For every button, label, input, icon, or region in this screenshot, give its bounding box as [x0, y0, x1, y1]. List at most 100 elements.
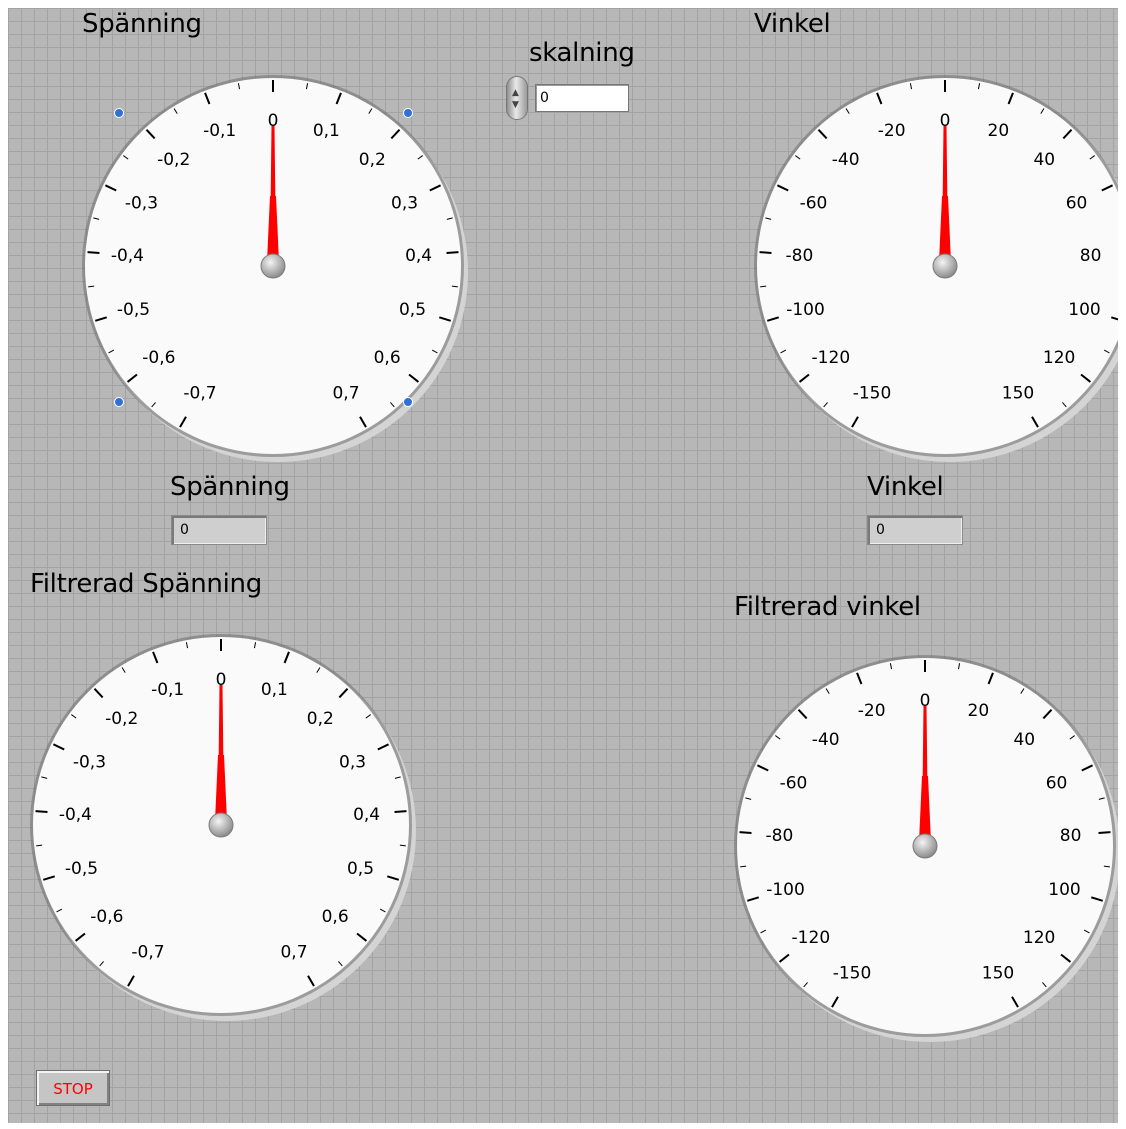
- gauge-tick-label: -0,4: [111, 246, 144, 266]
- gauge-tick-label: 0,7: [280, 942, 307, 962]
- gauge-major-tick: [394, 810, 407, 813]
- gauge-minor-tick: [88, 285, 95, 288]
- gauge-hub: [932, 253, 958, 279]
- gauge-filtrerad-vinkel[interactable]: -150 -120 -100 -80 -60 -40 -20 0 20 40 60 80 100 120 1…: [725, 646, 1118, 1046]
- gauge-tick-label: -150: [853, 383, 892, 403]
- gauge-tick-label: 80: [1080, 246, 1102, 266]
- gauge-tick-label: 0,2: [307, 709, 334, 729]
- gauge-major-tick: [446, 251, 459, 254]
- gauge-tick-label: -150: [833, 963, 872, 983]
- gauge-tick-label: 80: [1060, 826, 1082, 846]
- gauge-tick-label: -0,7: [131, 942, 164, 962]
- skalning-value: 0: [540, 90, 549, 106]
- indicator-vinkel: 0: [867, 515, 963, 545]
- gauge-tick-label: 150: [1002, 383, 1034, 403]
- gauge-tick-label: -100: [786, 300, 825, 320]
- gauge-tick-label: 0,2: [359, 150, 386, 170]
- gauge-tick-label: -60: [800, 194, 828, 214]
- gauge-tick-label: -40: [832, 150, 860, 170]
- gauge-label-vinkel: Vinkel: [754, 9, 831, 39]
- gauge-minor-tick: [1103, 865, 1110, 868]
- gauge-hub: [208, 812, 234, 838]
- gauge-tick-label: 120: [1023, 928, 1055, 948]
- gauge-tick-label: 0,1: [261, 680, 288, 700]
- gauge-tick-label: -0,1: [151, 680, 184, 700]
- gauge-tick-label: -40: [812, 730, 840, 750]
- gauge-minor-tick: [760, 285, 767, 288]
- gauge-minor-tick: [740, 865, 747, 868]
- gauge-tick-label: 40: [1033, 150, 1055, 170]
- gauge-tick-label: -0,6: [142, 348, 175, 368]
- gauge-tick-label: -80: [766, 826, 794, 846]
- gauge-tick-label: 0,4: [405, 246, 432, 266]
- gauge-hub: [912, 833, 938, 859]
- gauge-major-tick: [87, 251, 100, 254]
- gauge-major-tick: [35, 810, 48, 813]
- gauge-tick-label: 0,6: [374, 348, 401, 368]
- gauge-tick-label: 0,5: [347, 859, 374, 879]
- gauge-tick-label: 20: [968, 701, 990, 721]
- gauge-tick-label: -0,6: [90, 907, 123, 927]
- gauge-tick-label: -0,7: [183, 383, 216, 403]
- gauge-filtrerad-spanning[interactable]: -0,7 -0,6 -0,5 -0,4 -0,3 -0,2 -0,1 0 0,1 0,2 0,3 0,…: [21, 625, 421, 1025]
- gauge-tick-label: -0,2: [157, 150, 190, 170]
- gauge-tick-label: -0,3: [125, 194, 158, 214]
- front-panel: Spänning -0,7 -0,6 -0,5 -0,4 -0,3 -0,2 -0,1 0 0,…: [8, 8, 1118, 1123]
- gauge-tick-label: -120: [812, 348, 851, 368]
- gauge-tick-label: 0,6: [322, 907, 349, 927]
- gauge-label-filtrerad-spanning: Filtrerad Spänning: [30, 569, 262, 599]
- indicator-label-vinkel: Vinkel: [867, 472, 944, 502]
- skalning-input[interactable]: 0: [535, 84, 629, 112]
- gauge-tick-label: 0,3: [339, 753, 366, 773]
- stop-button-label: STOP: [53, 1080, 93, 1098]
- gauge-tick-label: -0,5: [117, 300, 150, 320]
- gauge-tick-label: 60: [1066, 194, 1088, 214]
- gauge-tick-label: -60: [780, 774, 808, 794]
- arrow-down-icon[interactable]: ▼: [512, 101, 519, 110]
- gauge-tick-label: -0,4: [59, 805, 92, 825]
- gauge-spanning[interactable]: -0,7 -0,6 -0,5 -0,4 -0,3 -0,2 -0,1 0 0,1 0,2 0,3 0,…: [73, 66, 473, 466]
- selection-handle[interactable]: [114, 397, 124, 407]
- gauge-tick-label: -0,3: [73, 753, 106, 773]
- gauge-tick-label: 120: [1043, 348, 1075, 368]
- gauge-tick-label: -20: [858, 701, 886, 721]
- stop-button[interactable]: STOP: [36, 1070, 110, 1106]
- arrow-up-icon[interactable]: ▲: [512, 89, 519, 98]
- gauge-label-filtrerad-vinkel: Filtrerad vinkel: [734, 592, 921, 622]
- gauge-tick-label: -0,1: [203, 121, 236, 141]
- gauge-tick-label: -80: [786, 246, 814, 266]
- gauge-minor-tick: [399, 844, 406, 847]
- skalning-label: skalning: [529, 38, 635, 68]
- indicator-label-spanning: Spänning: [170, 472, 290, 502]
- gauge-tick-label: -20: [878, 121, 906, 141]
- gauge-tick-label: 100: [1068, 300, 1100, 320]
- gauge-major-tick: [759, 251, 772, 254]
- selection-handle[interactable]: [403, 397, 413, 407]
- gauge-tick-label: -100: [766, 880, 805, 900]
- gauge-vinkel[interactable]: -150 -120 -100 -80 -60 -40 -20 0 20 40 60 80 100 120 1…: [745, 66, 1118, 466]
- gauge-tick-label: 0,7: [332, 383, 359, 403]
- gauge-tick-label: -0,5: [65, 859, 98, 879]
- selection-handle[interactable]: [403, 108, 413, 118]
- gauge-label-spanning: Spänning: [82, 9, 202, 39]
- gauge-hub: [260, 253, 286, 279]
- gauge-minor-tick: [451, 285, 458, 288]
- gauge-tick-label: 100: [1048, 880, 1080, 900]
- increment-decrement-buttons[interactable]: ▲ ▼: [506, 76, 528, 120]
- gauge-major-tick: [1098, 831, 1111, 834]
- indicator-spanning: 0: [171, 515, 267, 545]
- gauge-minor-tick: [36, 844, 43, 847]
- gauge-tick-label: 20: [988, 121, 1010, 141]
- indicator-spanning-value: 0: [180, 522, 189, 538]
- gauge-tick-label: -0,2: [105, 709, 138, 729]
- gauge-tick-label: 60: [1046, 774, 1068, 794]
- gauge-tick-label: 0,3: [391, 194, 418, 214]
- gauge-major-tick: [739, 831, 752, 834]
- selection-handle[interactable]: [114, 108, 124, 118]
- gauge-tick-label: -120: [792, 928, 831, 948]
- gauge-tick-label: 0,5: [399, 300, 426, 320]
- gauge-tick-label: 0,1: [313, 121, 340, 141]
- indicator-vinkel-value: 0: [876, 522, 885, 538]
- gauge-tick-label: 150: [982, 963, 1014, 983]
- gauge-tick-label: 0,4: [353, 805, 380, 825]
